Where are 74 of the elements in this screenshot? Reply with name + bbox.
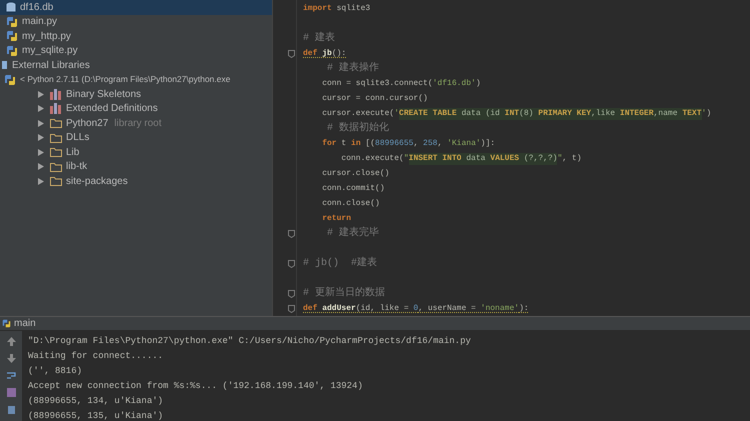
code-line: cursor.execute('CREATE TABLE data (id INT(8) PRIMARY KEY,like INTEGER,name TEXT') <box>321 106 712 121</box>
code-line: # 数据初始化 <box>326 121 390 136</box>
tree-item[interactable]: External Libraries <box>0 58 272 72</box>
code-line: # 更新当日的数据 <box>303 286 386 301</box>
run-tab[interactable]: main <box>14 316 36 331</box>
folder-icon <box>50 132 62 143</box>
code-line: # 建表操作 <box>326 61 380 76</box>
code-line: # 建表 <box>303 31 336 46</box>
tree-item-label: Lib <box>66 146 80 160</box>
console-line: (88996655, 134, u'Kiana') <box>28 395 164 408</box>
code-line: def jb(): <box>303 48 346 60</box>
tree-item-label: Binary Skeletons <box>66 88 142 102</box>
tree-item-label: External Libraries <box>12 58 90 73</box>
tree-item-label: DLLs <box>66 131 90 146</box>
tree-item[interactable]: site-packages <box>0 174 272 188</box>
tree-item[interactable]: DLLs <box>0 130 272 145</box>
database-icon <box>6 2 16 13</box>
folder-icon <box>50 118 62 128</box>
console-line: Waiting for connect...... <box>28 350 164 363</box>
tree-item[interactable]: Extended Definitions <box>0 102 272 116</box>
python-icon <box>2 319 11 328</box>
code-line: conn = sqlite3.connect('df16.db') <box>321 78 481 90</box>
console-line: Accept new connection from %s:%s... ('192.168.199.140', 13924) <box>28 380 363 393</box>
library-bars-icon <box>50 103 62 114</box>
tree-item[interactable]: my_sqlite.py <box>0 44 272 58</box>
code-line: cursor = conn.cursor() <box>321 92 428 104</box>
fold-marker-icon[interactable] <box>288 260 295 268</box>
tree-item-label: my_http.py <box>22 30 71 44</box>
code-line: return <box>321 212 352 224</box>
code-line: conn.execute("INSERT INTO data VALUES (?,?,?)", t) <box>340 152 582 166</box>
library-icon <box>2 60 8 70</box>
tree-item[interactable]: Binary Skeletons <box>0 87 272 102</box>
code-line: def addUser(id, like = 0, userName = 'noname'): <box>303 302 529 314</box>
tree-item[interactable]: my_http.py <box>0 29 272 44</box>
code-line: cursor.close() <box>321 168 390 180</box>
arrow-down-icon[interactable] <box>6 353 16 364</box>
console-line: ('', 8816) <box>28 365 82 378</box>
tree-item-label: Python27 <box>66 116 108 131</box>
folder-icon <box>50 176 62 186</box>
console-line: "D:\Program Files\Python27\python.exe" C:/Users/Nicho/PycharmProjects/df16/main.py <box>28 335 471 348</box>
tree-item-label: Extended Definitions <box>66 102 158 116</box>
code-line: import sqlite3 <box>303 2 370 14</box>
tree-item[interactable]: < Python 2.7.11 (D:\Program Files\Python27\python.exe <box>0 72 272 87</box>
folder-icon <box>50 147 62 158</box>
wrap-icon[interactable] <box>6 370 16 381</box>
folder-icon <box>50 162 62 172</box>
tree-item-note: library root <box>114 116 162 131</box>
tree-item[interactable]: Python27 library root <box>0 116 272 130</box>
code-line: # 建表完毕 <box>326 226 380 241</box>
code-line: conn.close() <box>321 198 380 210</box>
tree-item-label: my_sqlite.py <box>22 44 78 58</box>
console-line: (88996655, 135, u'Kiana') <box>28 410 164 421</box>
python-icon <box>6 16 18 28</box>
tree-item[interactable]: Lib <box>0 145 272 160</box>
tree-item[interactable]: df16.db <box>0 0 272 14</box>
tree-item-label: df16.db <box>20 0 54 15</box>
tree-item-label: lib-tk <box>66 160 88 174</box>
fold-marker-icon[interactable] <box>288 290 295 298</box>
tree-item[interactable]: lib-tk <box>0 160 272 174</box>
code-line: conn.commit() <box>321 182 385 194</box>
fold-marker-icon[interactable] <box>288 50 295 58</box>
library-bars-icon <box>50 88 62 100</box>
code-line: for t in [(88996655, 258, 'Kiana')]: <box>321 138 496 150</box>
fold-marker-icon[interactable] <box>288 230 295 238</box>
tree-item-label: < Python 2.7.11 (D:\Program Files\Python27\python.exe <box>20 73 230 86</box>
code-line: # jb() #建表 <box>303 256 378 271</box>
fold-marker-icon[interactable] <box>288 304 295 312</box>
arrow-up-icon[interactable] <box>6 336 16 347</box>
tree-item-label: main.py <box>22 15 58 30</box>
tree-item-label: site-packages <box>66 174 128 189</box>
tree-item[interactable]: main.py <box>0 14 272 29</box>
python-icon <box>4 74 16 86</box>
python-icon <box>6 44 18 57</box>
python-icon <box>6 30 18 42</box>
